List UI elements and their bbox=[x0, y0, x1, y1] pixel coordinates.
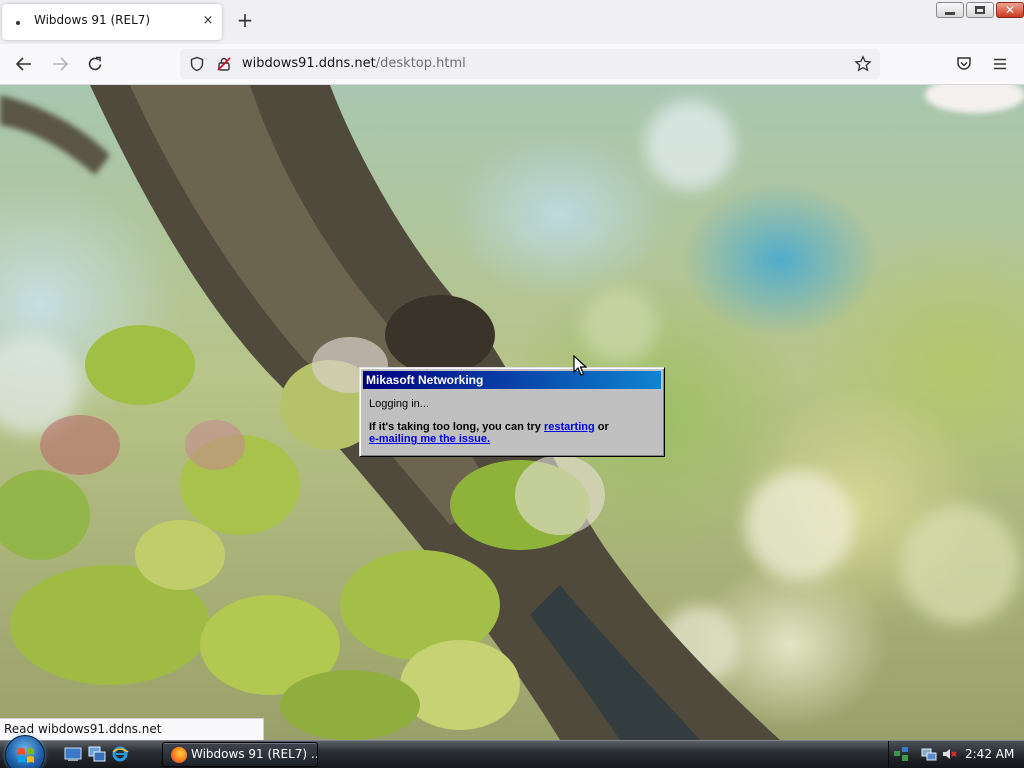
reload-icon bbox=[88, 56, 102, 71]
pocket-button[interactable] bbox=[952, 52, 976, 76]
pocket-icon bbox=[957, 57, 971, 70]
forward-button[interactable] bbox=[48, 52, 72, 76]
show-desktop-icon[interactable] bbox=[64, 746, 82, 762]
taskbar: Wibdows 91 (REL7) ... 2:42 AM bbox=[0, 735, 1024, 768]
restore-button[interactable] bbox=[966, 2, 994, 18]
url-text[interactable]: wibdows91.ddns.net/desktop.html bbox=[242, 56, 466, 71]
tab-loading-dot-icon bbox=[16, 21, 20, 25]
hamburger-menu-icon bbox=[994, 58, 1006, 70]
windows-logo-icon bbox=[18, 748, 34, 763]
notification-area: 2:42 AM bbox=[888, 741, 1024, 768]
networking-dialog: Mikasoft Networking Logging in... If it'… bbox=[359, 367, 665, 457]
dialog-title[interactable]: Mikasoft Networking bbox=[363, 371, 661, 389]
window-controls: ✕ bbox=[936, 2, 1024, 18]
message-prefix: If it's taking too long, you can try bbox=[369, 421, 544, 433]
taskbar-window-label: Wibdows 91 (REL7) ... bbox=[191, 747, 318, 761]
mouse-cursor-icon bbox=[573, 355, 587, 376]
switch-windows-icon[interactable] bbox=[88, 746, 106, 762]
lock-insecure-icon[interactable] bbox=[216, 56, 232, 72]
internet-explorer-icon[interactable] bbox=[111, 746, 129, 762]
close-icon: ✕ bbox=[1004, 3, 1016, 17]
minimize-icon bbox=[945, 11, 955, 15]
shield-icon[interactable] bbox=[189, 56, 205, 72]
navigation-toolbar: wibdows91.ddns.net/desktop.html bbox=[0, 44, 1024, 85]
network-connection-icon[interactable] bbox=[921, 746, 937, 762]
dialog-message: If it's taking too long, you can try res… bbox=[369, 421, 659, 445]
restart-link[interactable]: restarting bbox=[544, 421, 595, 433]
dialog-status-text: Logging in... bbox=[369, 398, 429, 410]
message-mid: or bbox=[594, 421, 609, 433]
system-clock[interactable]: 2:42 AM bbox=[965, 747, 1014, 761]
network-status-icon[interactable] bbox=[893, 746, 909, 762]
tab-close-icon[interactable]: × bbox=[200, 12, 216, 30]
url-path: /desktop.html bbox=[375, 56, 466, 71]
back-button[interactable] bbox=[12, 52, 36, 76]
close-window-button[interactable]: ✕ bbox=[996, 2, 1024, 18]
tab-title: Wibdows 91 (REL7) bbox=[34, 13, 151, 27]
new-tab-button[interactable]: + bbox=[234, 10, 256, 32]
tab-strip: Wibdows 91 (REL7) × + ✕ bbox=[0, 0, 1024, 44]
volume-muted-icon[interactable] bbox=[941, 746, 957, 762]
email-link[interactable]: e-mailing me the issue. bbox=[369, 433, 490, 445]
app-menu-button[interactable] bbox=[988, 52, 1012, 76]
browser-tab[interactable]: Wibdows 91 (REL7) × bbox=[2, 4, 222, 40]
url-host: wibdows91.ddns.net bbox=[242, 56, 376, 71]
minimize-button[interactable] bbox=[936, 2, 964, 18]
firefox-icon bbox=[171, 747, 187, 763]
restore-icon bbox=[975, 6, 985, 14]
start-button[interactable] bbox=[5, 735, 45, 768]
forward-arrow-icon bbox=[53, 57, 69, 71]
reload-button[interactable] bbox=[83, 52, 107, 76]
taskbar-firefox-window[interactable]: Wibdows 91 (REL7) ... bbox=[162, 742, 318, 767]
back-arrow-icon bbox=[15, 57, 31, 71]
bookmark-star-icon[interactable] bbox=[854, 55, 872, 73]
url-bar[interactable]: wibdows91.ddns.net/desktop.html bbox=[180, 49, 880, 79]
